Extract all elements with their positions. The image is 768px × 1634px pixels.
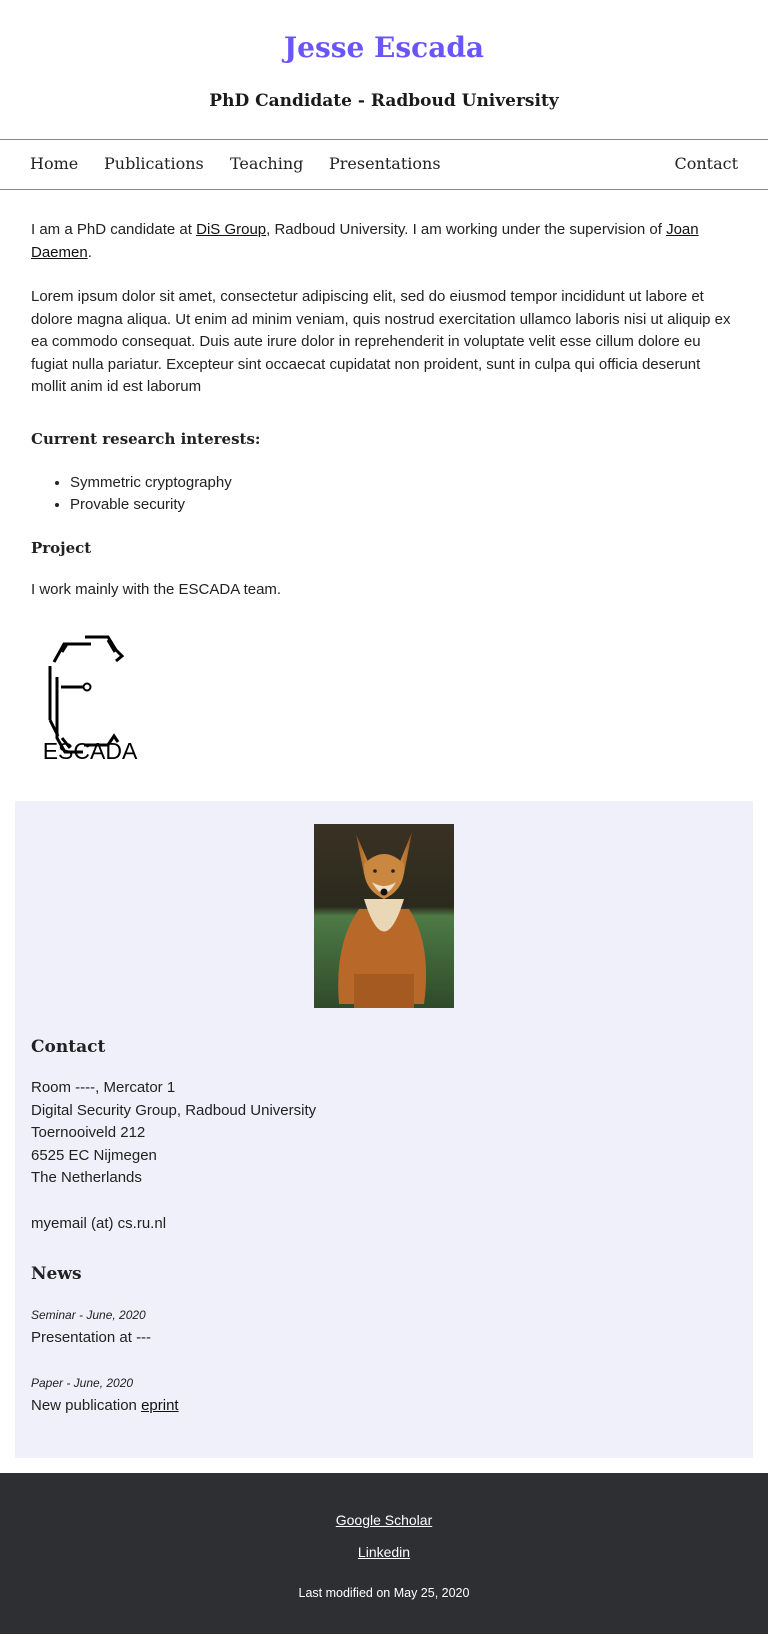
research-list: Symmetric cryptography Provable security bbox=[52, 472, 232, 516]
list-item: Provable security bbox=[70, 494, 232, 516]
intro-paragraph: I am a PhD candidate at DiS Group, Radbo… bbox=[31, 219, 737, 264]
google-scholar-link[interactable]: Google Scholar bbox=[336, 1512, 433, 1528]
project-text: I work mainly with the ESCADA team. bbox=[31, 581, 282, 598]
address-line: Room ----, Mercator 1 bbox=[31, 1079, 176, 1096]
escada-logo: ESCADA bbox=[34, 628, 146, 764]
site-subtitle: PhD Candidate - Radboud University bbox=[209, 91, 559, 111]
profile-photo bbox=[314, 824, 454, 1008]
contact-heading: Contact bbox=[31, 1037, 106, 1057]
footer: Google Scholar Linkedin Last modified on… bbox=[0, 1473, 768, 1634]
nav-presentations[interactable]: Presentations bbox=[329, 152, 441, 176]
contact-email: myemail (at) cs.ru.nl bbox=[31, 1215, 167, 1232]
intro-text: I am a PhD candidate at bbox=[31, 221, 197, 238]
lorem-paragraph: Lorem ipsum dolor sit amet, consectetur … bbox=[31, 288, 731, 395]
site-title: Jesse Escada bbox=[283, 31, 485, 64]
nav-top-divider bbox=[0, 139, 768, 140]
nav-bottom-divider bbox=[0, 189, 768, 190]
intro-text: . bbox=[87, 243, 92, 261]
sidebar-panel: Contact Room ----, Mercator 1 Digital Se… bbox=[15, 801, 753, 1458]
news-text: Presentation at --- bbox=[31, 1329, 152, 1346]
address-line: Toernooiveld 212 bbox=[31, 1124, 146, 1142]
nav-teaching[interactable]: Teaching bbox=[230, 152, 303, 176]
nav-contact[interactable]: Contact bbox=[674, 152, 738, 176]
news-meta: Paper - June, 2020 bbox=[31, 1376, 134, 1390]
logo-text: ESCADA bbox=[43, 738, 138, 762]
dis-group-link[interactable]: DiS Group bbox=[196, 221, 266, 238]
address-line: Digital Security Group, Radboud Universi… bbox=[31, 1101, 317, 1119]
nav-publications[interactable]: Publications bbox=[104, 152, 204, 176]
list-item: Symmetric cryptography bbox=[70, 472, 232, 494]
address-line: 6525 EC Nijmegen bbox=[31, 1146, 157, 1164]
news-meta: Seminar - June, 2020 bbox=[31, 1308, 146, 1322]
contact-address: Room ----, Mercator 1 Digital Security G… bbox=[31, 1077, 737, 1190]
last-modified: Last modified on May 25, 2020 bbox=[298, 1586, 470, 1600]
news-heading: News bbox=[31, 1264, 82, 1284]
project-heading: Project bbox=[31, 539, 92, 557]
news-text-label: New publication bbox=[31, 1397, 142, 1414]
linkedin-link[interactable]: Linkedin bbox=[358, 1544, 410, 1560]
eprint-link[interactable]: eprint bbox=[141, 1397, 179, 1414]
research-heading: Current research interests: bbox=[31, 430, 261, 448]
address-line: The Netherlands bbox=[31, 1169, 142, 1187]
intro-text: , Radboud University. I am working under… bbox=[266, 221, 667, 238]
news-text: New publication eprint bbox=[31, 1395, 737, 1418]
nav-home[interactable]: Home bbox=[30, 152, 78, 176]
